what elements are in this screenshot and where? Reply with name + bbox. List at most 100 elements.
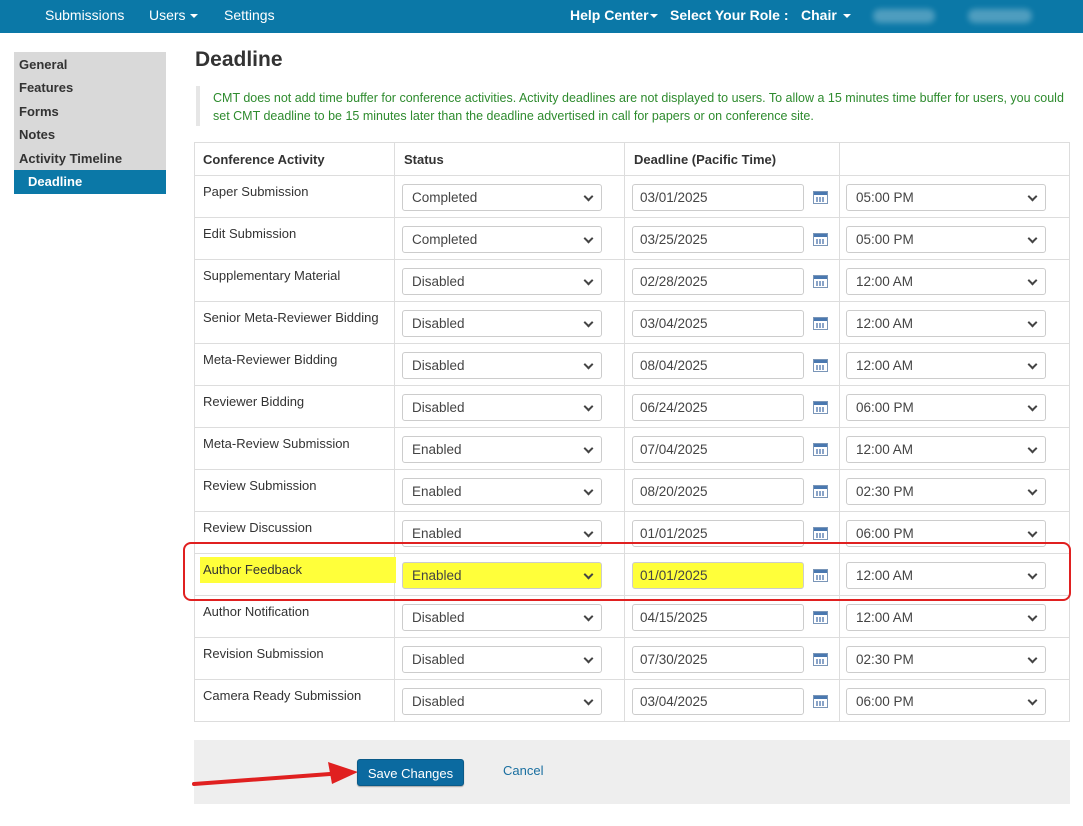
nav-users[interactable]: Users [149,0,198,33]
status-select[interactable]: Disabled [402,352,602,379]
calendar-icon[interactable] [813,275,828,288]
status-select[interactable]: Disabled [402,646,602,673]
deadline-date-input[interactable]: 04/15/2025 [632,604,804,631]
status-select[interactable]: Disabled [402,310,602,337]
time-value: 06:00 PM [856,694,914,709]
calendar-icon[interactable] [813,695,828,708]
calendar-icon[interactable] [813,191,828,204]
deadline-time-select[interactable]: 02:30 PM [846,646,1046,673]
deadline-time-select[interactable]: 12:00 AM [846,268,1046,295]
deadline-time-select[interactable]: 12:00 AM [846,310,1046,337]
time-value: 05:00 PM [856,232,914,247]
status-select[interactable]: Disabled [402,688,602,715]
deadline-time-select[interactable]: 12:00 AM [846,352,1046,379]
caret-down-icon [649,14,658,19]
deadline-time-select[interactable]: 12:00 AM [846,436,1046,463]
table-row: Review Submission Enabled 08/20/2025 02:30 … [195,470,1069,512]
chevron-down-icon [1027,611,1038,622]
info-notice: CMT does not add time buffer for confere… [196,86,1066,126]
calendar-icon[interactable] [813,359,828,372]
calendar-icon[interactable] [813,527,828,540]
deadline-table: Conference Activity Status Deadline (Pac… [194,142,1070,722]
deadline-date-input[interactable]: 06/24/2025 [632,394,804,421]
status-select[interactable]: Enabled [402,436,602,463]
role-dropdown[interactable]: Chair [801,0,851,33]
activity-name: Review Discussion [203,520,313,535]
status-value: Disabled [412,610,465,625]
redacted-user-info [968,9,1032,23]
nav-help-center-label: Help Center [570,7,649,23]
chevron-down-icon [1027,443,1038,454]
nav-users-label: Users [149,7,186,23]
chevron-down-icon [1027,527,1038,538]
deadline-time-select[interactable]: 06:00 PM [846,688,1046,715]
deadline-date-input[interactable]: 03/25/2025 [632,226,804,253]
deadline-date-input[interactable]: 03/04/2025 [632,688,804,715]
status-select[interactable]: Completed [402,226,602,253]
chevron-down-icon [583,611,594,622]
deadline-time-select[interactable]: 05:00 PM [846,226,1046,253]
calendar-icon[interactable] [813,611,828,624]
chevron-down-icon [583,233,594,244]
time-value: 12:00 AM [856,316,914,331]
activity-name: Edit Submission [203,226,297,241]
chevron-down-icon [1027,485,1038,496]
status-select[interactable]: Disabled [402,268,602,295]
deadline-date-input[interactable]: 03/01/2025 [632,184,804,211]
table-row: Revision Submission Disabled 07/30/2025 02:… [195,638,1069,680]
chevron-down-icon [1027,317,1038,328]
nav-settings[interactable]: Settings [224,0,275,33]
table-row: Paper Submission Completed 03/01/2025 05:00… [195,176,1069,218]
sidebar-item-activity-timeline[interactable]: Activity Timeline [19,151,122,166]
deadline-date-input[interactable]: 02/28/2025 [632,268,804,295]
calendar-icon[interactable] [813,233,828,246]
calendar-icon[interactable] [813,485,828,498]
deadline-date-input[interactable]: 07/30/2025 [632,646,804,673]
chevron-down-icon [583,443,594,454]
deadline-date-input[interactable]: 03/04/2025 [632,310,804,337]
status-select[interactable]: Enabled [402,478,602,505]
save-changes-button[interactable]: Save Changes [357,759,464,786]
calendar-icon[interactable] [813,317,828,330]
time-value: 02:30 PM [856,484,914,499]
table-row: Reviewer Bidding Disabled 06/24/2025 06:00 … [195,386,1069,428]
sidebar-item-deadline[interactable]: Deadline [14,170,166,194]
deadline-time-select[interactable]: 05:00 PM [846,184,1046,211]
chevron-down-icon [1027,401,1038,412]
sidebar-item-features[interactable]: Features [19,80,73,95]
deadline-date-input[interactable]: 07/04/2025 [632,436,804,463]
chevron-down-icon [1027,653,1038,664]
deadline-time-select[interactable]: 12:00 AM [846,604,1046,631]
sidebar-item-notes[interactable]: Notes [19,127,55,142]
deadline-date-input[interactable]: 08/04/2025 [632,352,804,379]
chevron-down-icon [583,401,594,412]
status-value: Disabled [412,400,465,415]
status-value: Enabled [412,484,462,499]
table-header: Conference Activity Status Deadline (Pac… [195,143,1069,176]
caret-down-icon [842,14,851,19]
activity-name: Revision Submission [203,646,324,661]
nav-submissions[interactable]: Submissions [45,0,124,33]
annotation-highlight-box [183,542,1071,601]
status-select[interactable]: Disabled [402,604,602,631]
sidebar-item-general[interactable]: General [19,57,67,72]
calendar-icon[interactable] [813,401,828,414]
top-navbar: Submissions Users Settings Help Center S… [0,0,1083,33]
table-row: Supplementary Material Disabled 02/28/2025… [195,260,1069,302]
sidebar-item-forms[interactable]: Forms [19,104,59,119]
deadline-date-input[interactable]: 08/20/2025 [632,478,804,505]
status-select[interactable]: Completed [402,184,602,211]
chevron-down-icon [1027,359,1038,370]
activity-name: Author Notification [203,604,310,619]
deadline-time-select[interactable]: 02:30 PM [846,478,1046,505]
header-status: Status [404,152,444,167]
cancel-link[interactable]: Cancel [503,763,543,778]
nav-help-center[interactable]: Help Center [570,0,658,33]
table-row: Edit Submission Completed 03/25/2025 05:00 … [195,218,1069,260]
activity-name: Camera Ready Submission [203,688,362,703]
calendar-icon[interactable] [813,653,828,666]
deadline-time-select[interactable]: 06:00 PM [846,394,1046,421]
time-value: 05:00 PM [856,190,914,205]
status-select[interactable]: Disabled [402,394,602,421]
calendar-icon[interactable] [813,443,828,456]
